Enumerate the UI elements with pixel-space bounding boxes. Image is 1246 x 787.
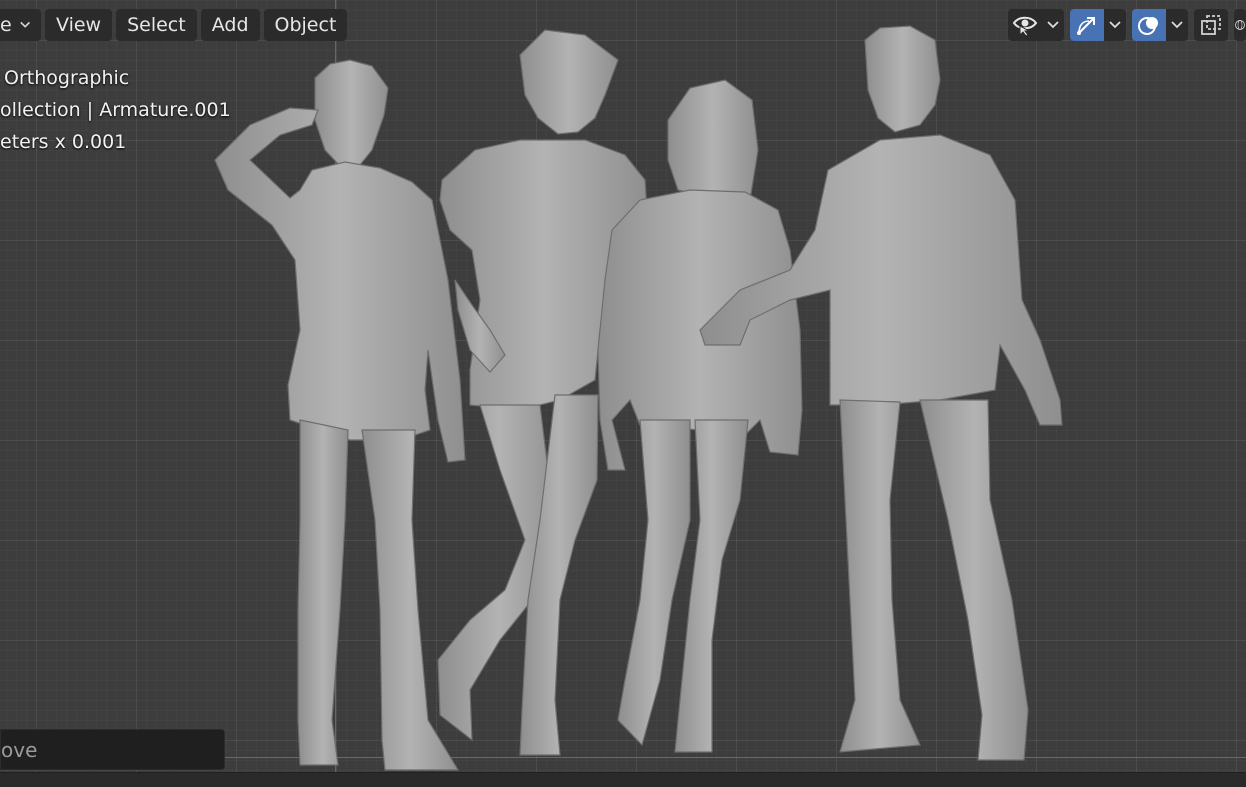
editor-type-dropdown[interactable]: e [0, 9, 41, 41]
units-info-text: eters x 0.001 [0, 131, 127, 153]
shading-group[interactable] [1234, 9, 1246, 41]
operator-label: ove [1, 738, 38, 762]
menu-view[interactable]: View [45, 9, 113, 41]
xray-toggle-icon[interactable] [1194, 9, 1228, 41]
overlays-group[interactable] [1132, 9, 1188, 41]
bottom-status-strip [0, 772, 1246, 787]
viewport-header-menus: e View Select Add Object [0, 9, 348, 41]
gizmo-arrow-icon[interactable] [1070, 9, 1104, 41]
viewport-info-overlay: Orthographic ollection | Armature.001 et… [0, 62, 231, 158]
viewport-header-tools [1008, 9, 1246, 41]
selectability-visibility-group[interactable] [1008, 9, 1064, 41]
collection-info-text: ollection | Armature.001 [0, 99, 231, 121]
figure-1[interactable] [214, 59, 466, 771]
xray-group[interactable] [1194, 9, 1228, 41]
eye-pointer-icon[interactable] [1008, 9, 1042, 41]
overlays-icon[interactable] [1132, 9, 1166, 41]
chevron-down-icon [20, 21, 30, 28]
chevron-down-icon[interactable] [1042, 9, 1064, 41]
wireframe-shading-icon[interactable] [1234, 9, 1246, 41]
menu-select[interactable]: Select [116, 9, 197, 41]
view-name-text: Orthographic [4, 67, 130, 89]
menu-add[interactable]: Add [200, 9, 260, 41]
chevron-down-icon[interactable] [1104, 9, 1126, 41]
chevron-down-icon[interactable] [1166, 9, 1188, 41]
last-operator-panel[interactable]: ove [0, 729, 225, 770]
editor-type-label: e [0, 14, 12, 36]
gizmo-group[interactable] [1070, 9, 1126, 41]
menu-object[interactable]: Object [263, 9, 348, 41]
